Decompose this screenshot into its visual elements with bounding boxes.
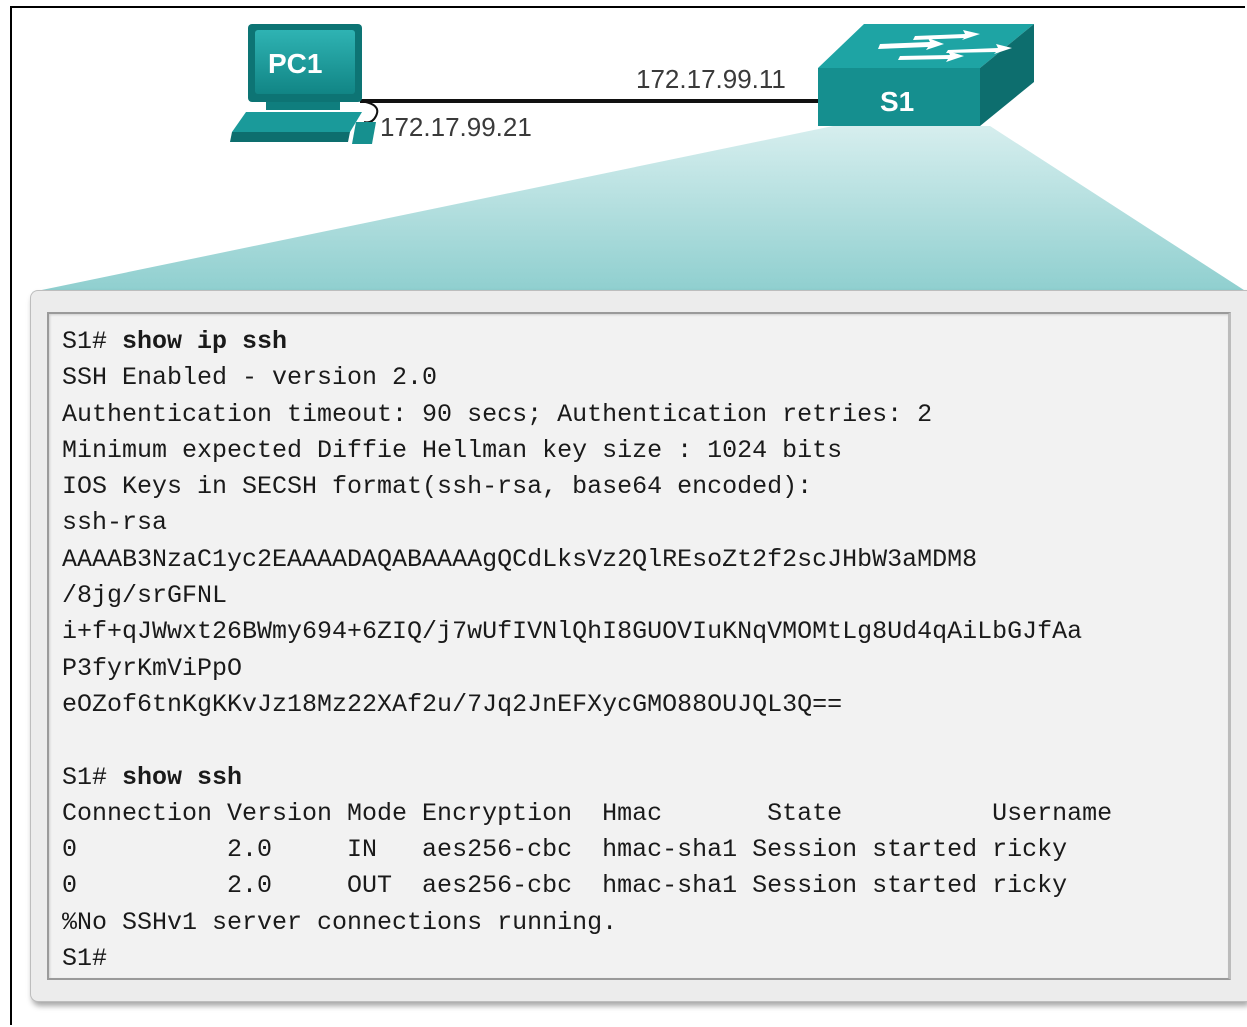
terminal-line: S1# xyxy=(62,944,108,974)
pc-icon xyxy=(230,24,376,144)
terminal-line: eOZof6tnKgKKvJz18Mz22XAf2u/7Jq2JnEFXycGM… xyxy=(62,689,843,719)
switch-icon xyxy=(818,24,1034,126)
terminal-line: P3fyrKmViPpO xyxy=(62,653,243,683)
terminal-line: SSH Enabled - version 2.0 xyxy=(62,363,438,393)
pc-name-label: PC1 xyxy=(268,48,323,79)
terminal-line: /8jg/srGFNL xyxy=(62,581,228,611)
terminal-line: S1# show ip ssh xyxy=(62,327,288,356)
terminal-line: i+f+qJWwxt26BWmy694+6ZIQ/j7wUfIVNlQhI8GU… xyxy=(62,617,1083,647)
zoom-cone xyxy=(32,126,1247,292)
terminal-line: Connection Version Mode Encryption Hmac … xyxy=(62,798,1113,828)
pc-ip-label: 172.17.99.21 xyxy=(380,112,532,142)
switch-ip-label: 172.17.99.11 xyxy=(636,64,786,94)
terminal-output: S1# show ip ssh SSH Enabled - version 2.… xyxy=(62,324,1112,977)
terminal-line: ssh-rsa xyxy=(62,508,168,538)
terminal-line: IOS Keys in SECSH format(ssh-rsa, base64… xyxy=(62,472,813,502)
terminal-line: Minimum expected Diffie Hellman key size… xyxy=(62,435,843,465)
terminal-line: 0 2.0 IN aes256-cbc hmac-sha1 Session st… xyxy=(62,835,1068,865)
terminal-command: show ip ssh xyxy=(122,327,288,356)
terminal-line: %No SSHv1 server connections running. xyxy=(62,907,618,937)
network-topology xyxy=(32,24,1247,292)
terminal-line: S1# show ssh xyxy=(62,762,243,792)
switch-name-label: S1 xyxy=(880,86,915,117)
terminal-line: 0 2.0 OUT aes256-cbc hmac-sha1 Session s… xyxy=(62,871,1068,901)
terminal-command: show ssh xyxy=(122,762,243,792)
terminal-line: AAAAB3NzaC1yc2EAAAADAQABAAAAgQCdLksVz2Ql… xyxy=(62,544,978,574)
terminal-line: Authentication timeout: 90 secs; Authent… xyxy=(62,399,933,429)
